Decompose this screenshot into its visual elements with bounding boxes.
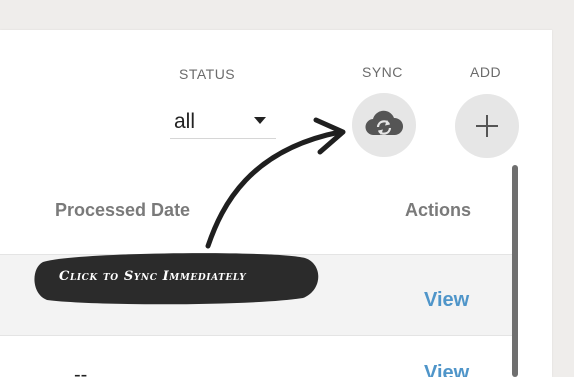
scrollbar[interactable] [512, 165, 518, 377]
view-link[interactable]: View [424, 362, 469, 377]
cloud-sync-icon [365, 110, 404, 136]
add-button[interactable] [455, 94, 519, 158]
plus-icon [476, 115, 498, 137]
status-dropdown[interactable]: all [170, 104, 276, 139]
sync-label: SYNC [362, 64, 403, 80]
caret-down-icon [254, 117, 266, 124]
row-processed-date: -- [74, 364, 88, 377]
column-header-actions: Actions [405, 200, 472, 220]
page: STATUS all SYNC ADD Processed Date Actio… [0, 0, 574, 377]
callout-bubble: Click to Sync Immediately [33, 250, 319, 305]
column-header-processed-date[interactable]: Processed Date [55, 200, 190, 221]
sync-button[interactable] [352, 93, 416, 157]
callout-text: Click to Sync Immediately [59, 269, 247, 284]
add-label: ADD [470, 64, 502, 80]
status-value: all [174, 110, 196, 133]
table-row: -- View [0, 336, 514, 377]
status-label: STATUS [179, 66, 236, 82]
view-link[interactable]: View [424, 289, 469, 312]
